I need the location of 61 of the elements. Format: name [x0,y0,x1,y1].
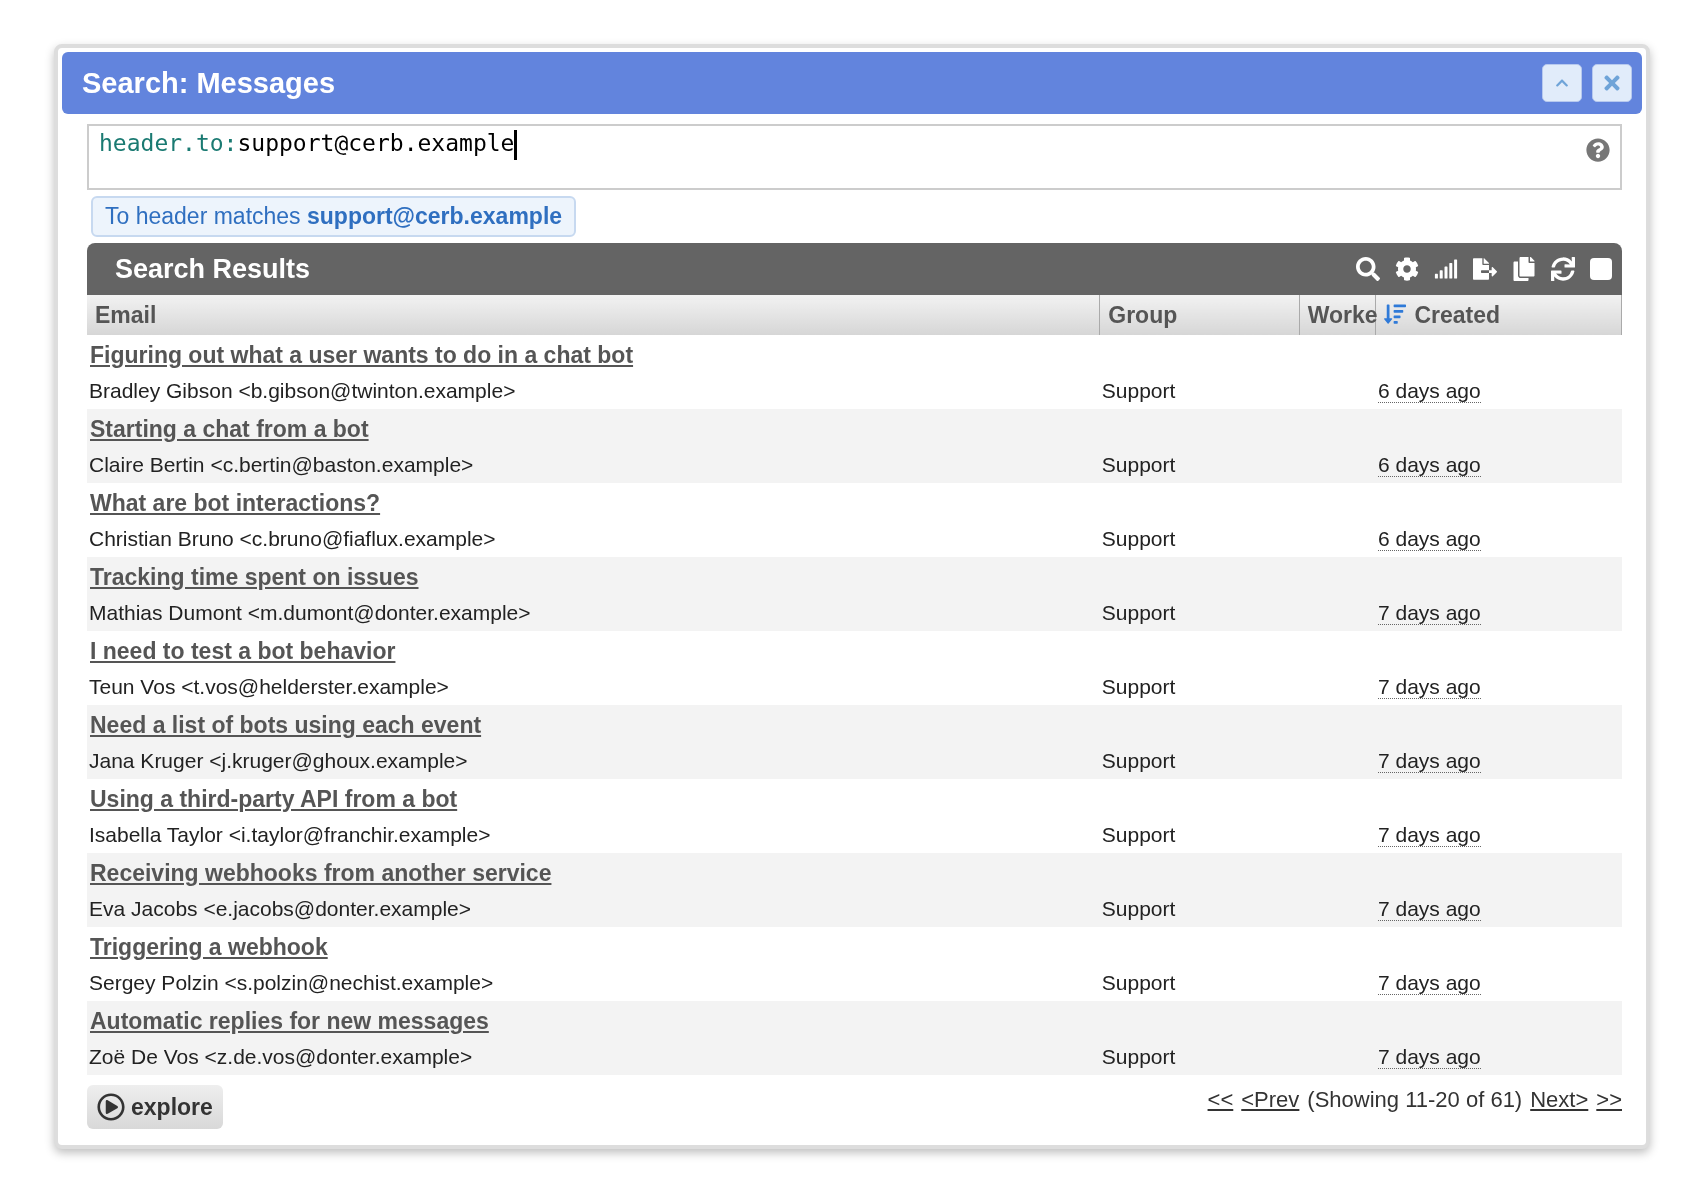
sender-cell: Teun Vos <t.vos@helderster.example> [87,666,1100,705]
sender-cell: Eva Jacobs <e.jacobs@donter.example> [87,888,1100,927]
message-subject-link[interactable]: Need a list of bots using each event [88,712,482,739]
sender-cell: Jana Kruger <j.kruger@ghoux.example> [87,740,1100,779]
created-date: 7 days ago [1377,600,1481,625]
pagination-status: (Showing 11-20 of 61) [1307,1087,1523,1113]
created-date: 6 days ago [1377,526,1481,551]
sender-cell: Christian Bruno <c.bruno@fiaflux.example> [87,518,1100,557]
play-icon [97,1093,125,1121]
group-cell: Support [1099,666,1300,705]
sender-cell: Bradley Gibson <b.gibson@twinton.example> [87,370,1100,409]
group-cell: Support [1099,740,1300,779]
created-date: 7 days ago [1377,970,1481,995]
sender-cell: Mathias Dumont <m.dumont@donter.example> [87,592,1100,631]
group-cell: Support [1099,518,1300,557]
message-subject-link[interactable]: I need to test a bot behavior [88,638,396,665]
select-all-checkbox[interactable] [1590,258,1612,280]
group-cell: Support [1099,444,1300,483]
next-page-link[interactable]: Next> [1530,1087,1589,1113]
group-cell: Support [1099,592,1300,631]
explore-button[interactable]: explore [87,1085,223,1129]
group-cell: Support [1099,814,1300,853]
sender-cell: Claire Bertin <c.bertin@baston.example> [87,444,1100,483]
created-date: 7 days ago [1377,748,1481,773]
results-title: Search Results [115,253,312,285]
help-icon[interactable] [1586,138,1610,162]
group-cell: Support [1099,370,1300,409]
group-cell: Support [1099,962,1300,1001]
message-subject-link[interactable]: Starting a chat from a bot [88,416,369,443]
query-field[interactable]: header.to:support@cerb.example [87,124,1622,190]
search-icon[interactable] [1356,257,1380,281]
last-page-link[interactable]: >> [1596,1087,1622,1113]
first-page-link[interactable]: << [1207,1087,1234,1113]
window-title: Search: Messages [82,66,337,100]
copy-icon[interactable] [1512,257,1536,281]
settings-icon[interactable] [1395,257,1419,281]
message-subject-link[interactable]: Figuring out what a user wants to do in a chat bot [88,342,634,369]
created-date: 7 days ago [1377,822,1481,847]
message-subject-link[interactable]: Triggering a webhook [88,934,328,961]
created-date: 7 days ago [1377,1044,1481,1069]
sort-descending-icon [1384,302,1407,325]
message-subject-link[interactable]: Using a third-party API from a bot [88,786,458,813]
column-header[interactable]: Group [1099,295,1300,335]
column-header[interactable]: Email [87,295,1100,335]
prev-page-link[interactable]: <Prev [1241,1087,1300,1113]
message-subject-link[interactable]: Tracking time spent on issues [88,564,419,591]
group-cell: Support [1099,888,1300,927]
bar-chart-icon[interactable] [1434,257,1458,281]
refresh-icon[interactable] [1551,257,1575,281]
export-icon[interactable] [1473,257,1497,281]
created-date: 7 days ago [1377,674,1481,699]
created-date: 7 days ago [1377,896,1481,921]
column-header[interactable]: Worke [1299,295,1376,335]
sender-cell: Isabella Taylor <i.taylor@franchir.example> [87,814,1100,853]
sender-cell: Sergey Polzin <s.polzin@nechist.example> [87,962,1100,1001]
created-date: 6 days ago [1377,378,1481,403]
created-date: 6 days ago [1377,452,1481,477]
message-subject-link[interactable]: What are bot interactions? [88,490,381,517]
group-cell: Support [1099,1036,1300,1075]
filter-chip[interactable]: To header matches support@cerb.example [91,196,577,237]
sender-cell: Zoë De Vos <z.de.vos@donter.example> [87,1036,1100,1075]
